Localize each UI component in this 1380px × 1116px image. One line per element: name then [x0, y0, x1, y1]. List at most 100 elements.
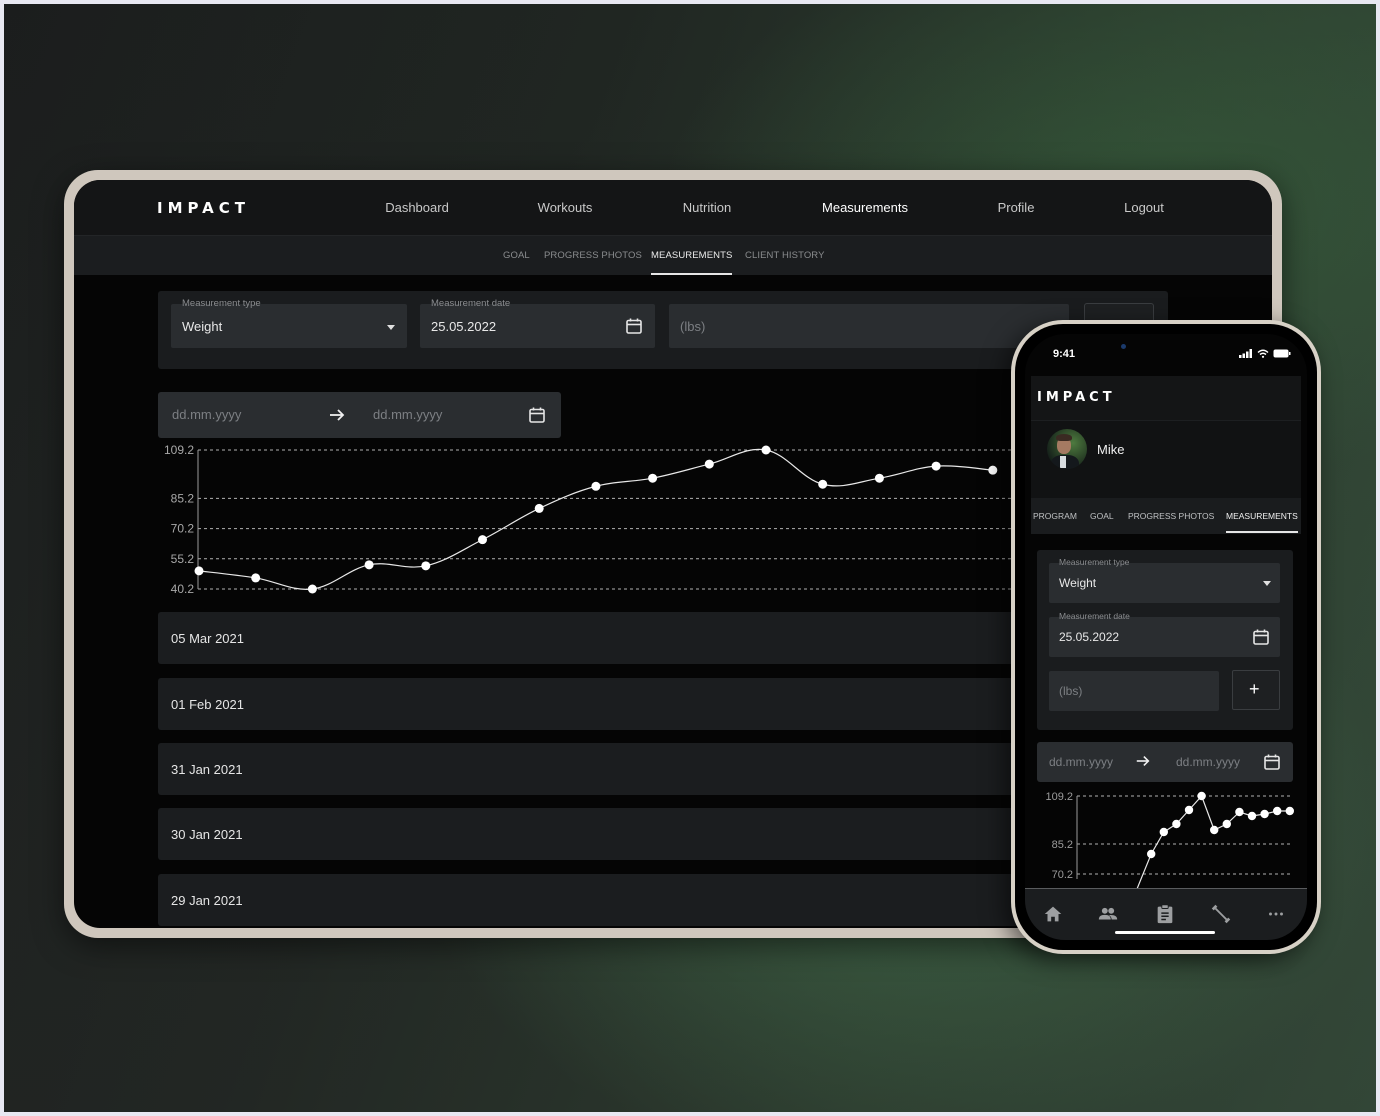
measurement-date-value: 25.05.2022	[1059, 630, 1120, 644]
list-item[interactable]: 31 Jan 2021	[158, 743, 1038, 795]
y-tick-label: 70.2	[171, 522, 195, 536]
status-icons	[1239, 349, 1291, 358]
y-tick-label: 85.2	[1052, 839, 1073, 851]
subtab-client-history[interactable]: CLIENT HISTORY	[745, 250, 825, 261]
data-point	[534, 503, 544, 513]
y-tick-label: 109.2	[1045, 791, 1073, 803]
wifi-icon	[1257, 349, 1269, 358]
measurement-type-label: Measurement type	[182, 298, 261, 309]
sub-navigation: GOAL PROGRESS PHOTOS MEASUREMENTS CLIENT…	[74, 235, 1272, 275]
phone-header: IMPACT	[1031, 376, 1301, 420]
list-item[interactable]: 05 Mar 2021	[158, 612, 1038, 664]
profile-section: Mike	[1031, 420, 1301, 498]
data-point	[818, 479, 828, 489]
data-point	[704, 459, 714, 469]
phone-tabs: PROGRAM GOAL PROGRESS PHOTOS MEASUREMENT…	[1031, 498, 1301, 534]
data-point	[1235, 807, 1244, 817]
add-measurement-button[interactable]: +	[1232, 670, 1280, 710]
measurement-type-value: Weight	[182, 319, 223, 334]
plus-icon: +	[1249, 679, 1260, 699]
clients-icon[interactable]	[1097, 903, 1119, 925]
calendar-icon[interactable]	[1252, 628, 1270, 646]
entry-date: 31 Jan 2021	[171, 762, 243, 777]
nav-logout[interactable]: Logout	[1124, 200, 1164, 215]
data-point	[1285, 806, 1294, 816]
date-range-filter[interactable]: dd.mm.yyyy dd.mm.yyyy	[158, 392, 561, 438]
subtab-goal[interactable]: GOAL	[503, 250, 530, 261]
y-tick-label: 70.2	[1052, 869, 1073, 881]
measurement-date-field[interactable]: Measurement date 25.05.2022	[1049, 611, 1280, 657]
data-point	[364, 560, 374, 570]
data-point	[1159, 827, 1168, 837]
more-icon[interactable]	[1265, 903, 1287, 925]
range-to-placeholder[interactable]: dd.mm.yyyy	[373, 407, 442, 422]
list-item[interactable]: 30 Jan 2021	[158, 808, 1038, 860]
signal-icon	[1239, 349, 1252, 358]
data-point	[591, 481, 601, 491]
phone-bezel: 9:41 IMPACT Mike PROGRAM GOAL PROGRESS P…	[1015, 324, 1317, 950]
range-from-placeholder[interactable]: dd.mm.yyyy	[172, 407, 241, 422]
bottom-tab-bar	[1025, 888, 1307, 940]
data-point	[988, 465, 998, 475]
phone-screen: 9:41 IMPACT Mike PROGRAM GOAL PROGRESS P…	[1025, 334, 1307, 940]
data-point	[251, 573, 261, 583]
nav-measurements[interactable]: Measurements	[822, 200, 908, 215]
measurement-type-select[interactable]: Measurement type Weight	[1049, 557, 1280, 603]
arrow-right-icon	[1136, 755, 1150, 767]
battery-icon	[1273, 349, 1291, 358]
home-icon[interactable]	[1042, 903, 1064, 925]
phone-device: 9:41 IMPACT Mike PROGRAM GOAL PROGRESS P…	[1011, 320, 1321, 954]
date-range-filter[interactable]: dd.mm.yyyy dd.mm.yyyy	[1037, 742, 1293, 782]
data-point	[1172, 819, 1181, 829]
series-line	[198, 448, 993, 590]
tab-measurements[interactable]: MEASUREMENTS	[1226, 511, 1298, 533]
background: IMPACT Dashboard Workouts Nutrition Meas…	[4, 4, 1376, 1112]
brand-logo[interactable]: IMPACT	[1037, 390, 1116, 405]
subtab-progress-photos[interactable]: PROGRESS PHOTOS	[544, 250, 642, 261]
value-input[interactable]: (lbs)	[1049, 671, 1219, 711]
tab-program[interactable]: PROGRAM	[1033, 511, 1077, 521]
entry-date: 05 Mar 2021	[171, 631, 244, 646]
calendar-icon[interactable]	[625, 317, 643, 335]
calendar-icon[interactable]	[528, 406, 546, 424]
home-indicator[interactable]	[1115, 931, 1215, 934]
data-point	[194, 566, 204, 576]
nav-profile[interactable]: Profile	[998, 200, 1035, 215]
nav-dashboard[interactable]: Dashboard	[385, 200, 449, 215]
brand-logo[interactable]: IMPACT	[157, 199, 250, 217]
nav-nutrition[interactable]: Nutrition	[683, 200, 731, 215]
value-input[interactable]: (lbs)	[669, 304, 1069, 348]
data-point	[874, 473, 884, 483]
measurement-date-value: 25.05.2022	[431, 319, 497, 334]
data-point	[1222, 819, 1231, 829]
list-item[interactable]: 01 Feb 2021	[158, 678, 1038, 730]
y-tick-label: 40.2	[171, 582, 195, 596]
range-to-placeholder[interactable]: dd.mm.yyyy	[1176, 755, 1240, 769]
value-placeholder: (lbs)	[1059, 684, 1083, 698]
arrow-right-icon	[330, 409, 345, 421]
tab-progress-photos[interactable]: PROGRESS PHOTOS	[1128, 511, 1214, 521]
subtab-measurements[interactable]: MEASUREMENTS	[651, 250, 733, 275]
calendar-icon[interactable]	[1263, 753, 1281, 771]
data-point	[1197, 791, 1206, 801]
status-bar: 9:41	[1025, 334, 1307, 376]
y-tick-label: 55.2	[171, 552, 195, 566]
avatar[interactable]	[1047, 429, 1087, 469]
nav-workouts[interactable]: Workouts	[538, 200, 593, 215]
data-point	[1184, 805, 1194, 815]
tab-goal[interactable]: GOAL	[1090, 511, 1114, 521]
top-navigation: IMPACT Dashboard Workouts Nutrition Meas…	[74, 180, 1272, 235]
data-point	[1147, 849, 1156, 859]
measurement-type-select[interactable]: Measurement type Weight	[171, 298, 407, 348]
list-item[interactable]: 29 Jan 2021	[158, 874, 1038, 926]
dumbbell-icon[interactable]	[1210, 903, 1232, 925]
clipboard-icon[interactable]	[1154, 903, 1176, 925]
measurement-date-field[interactable]: Measurement date 25.05.2022	[420, 298, 655, 348]
measurement-type-value: Weight	[1059, 576, 1097, 590]
measurement-date-label: Measurement date	[431, 298, 511, 309]
data-point	[1210, 825, 1219, 835]
measurement-form: Measurement type Weight Measurement date…	[1037, 550, 1293, 730]
data-point	[761, 445, 771, 455]
range-from-placeholder[interactable]: dd.mm.yyyy	[1049, 755, 1113, 769]
data-point	[1273, 806, 1282, 816]
